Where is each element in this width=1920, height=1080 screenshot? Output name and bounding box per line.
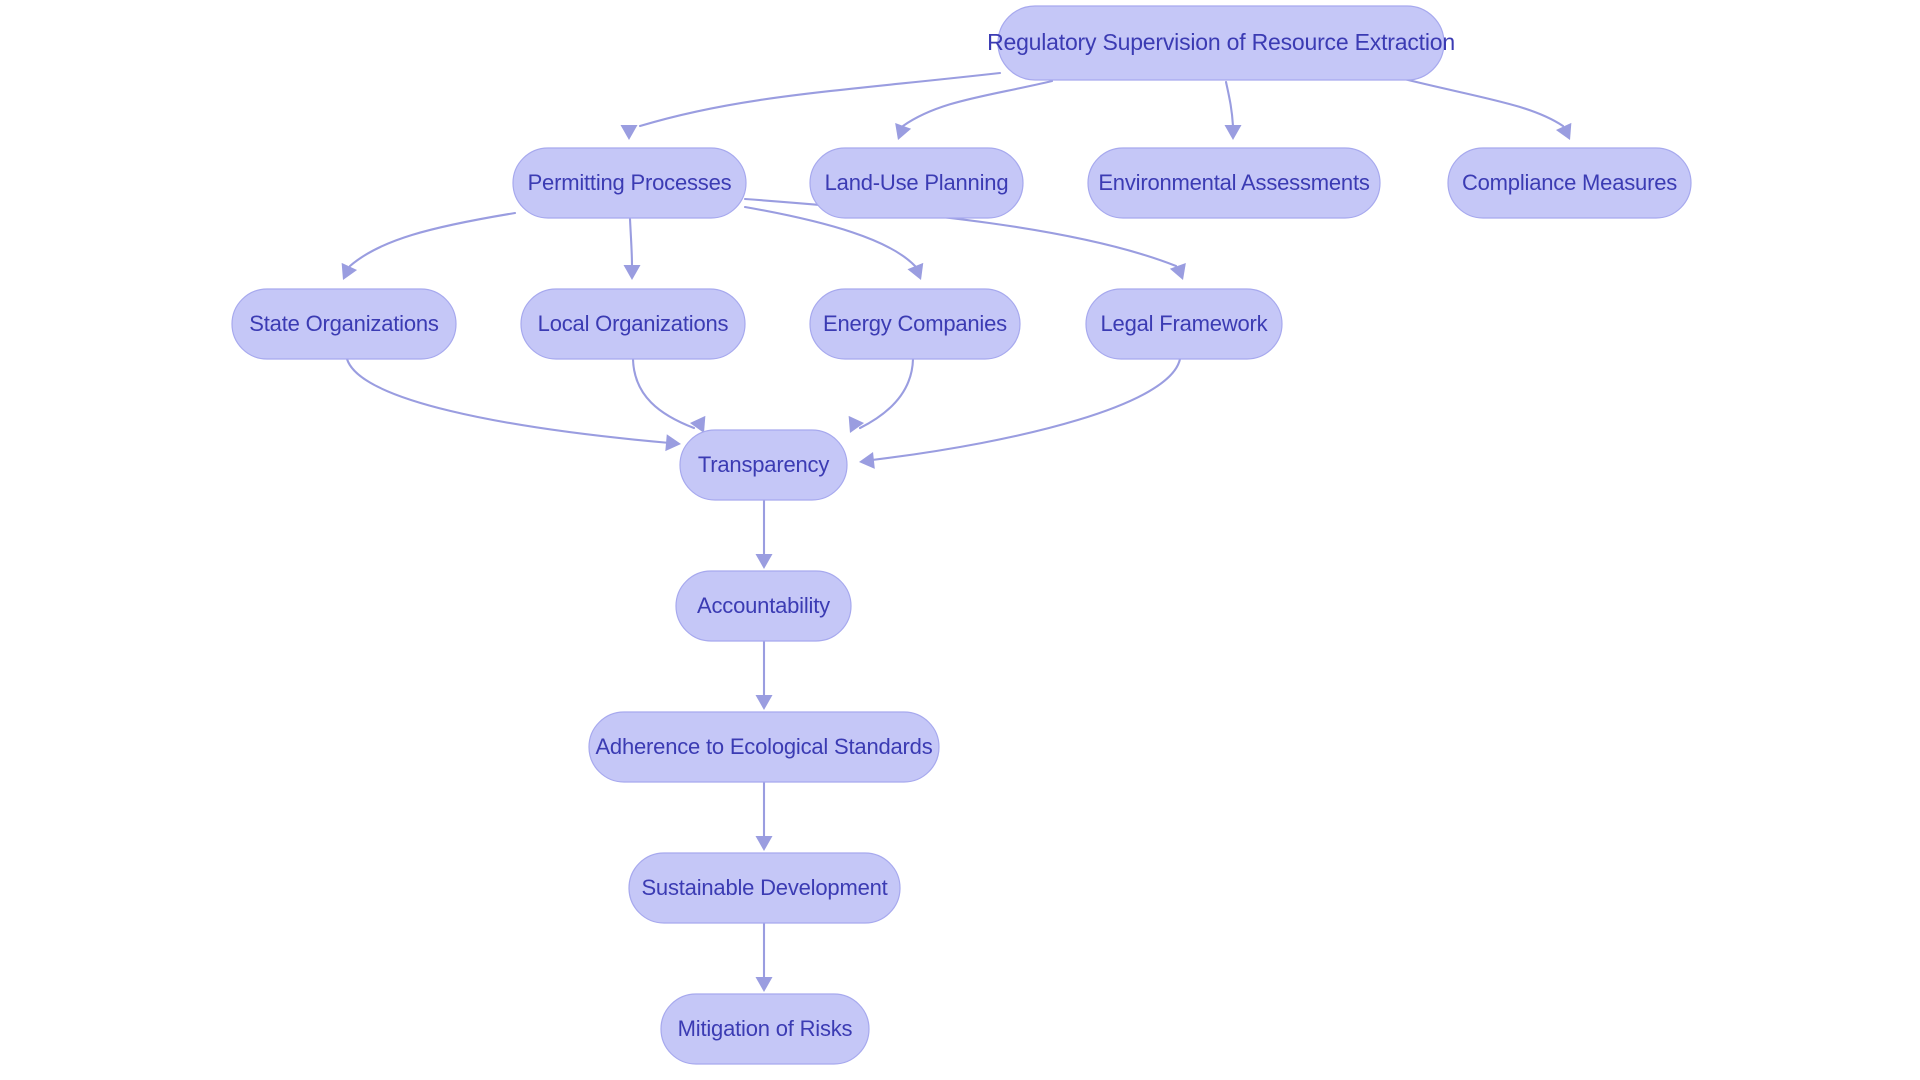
node-label: Environmental Assessments	[1098, 170, 1370, 195]
edge-root-to-landuse	[895, 79, 1054, 140]
node-legal[interactable]: Legal Framework	[1085, 288, 1283, 360]
edge-permitting-to-local_orgs	[623, 217, 641, 280]
arrowhead-icon	[895, 122, 912, 140]
arrowhead-icon	[755, 977, 773, 992]
edge-line	[870, 357, 1182, 462]
edge-line	[901, 79, 1054, 128]
edge-transparency-to-accountability	[755, 498, 773, 569]
node-sustainable[interactable]: Sustainable Development	[628, 852, 901, 924]
node-transparency[interactable]: Transparency	[679, 429, 848, 501]
flowchart-svg: Regulatory Supervision of Resource Extra…	[231, 5, 1692, 1065]
arrowhead-icon	[907, 262, 924, 280]
arrowhead-icon	[1555, 122, 1572, 140]
edge-root-to-compliance	[1398, 76, 1572, 140]
node-compliance[interactable]: Compliance Measures	[1447, 147, 1692, 219]
node-ecological[interactable]: Adherence to Ecological Standards	[588, 711, 940, 783]
arrowhead-icon	[341, 262, 358, 280]
node-label: Transparency	[698, 452, 829, 477]
nodes-layer: Regulatory Supervision of Resource Extra…	[231, 5, 1692, 1065]
node-root[interactable]: Regulatory Supervision of Resource Extra…	[987, 5, 1455, 81]
arrowhead-icon	[755, 836, 773, 851]
edge-line	[858, 357, 915, 430]
edge-ecological-to-sustainable	[755, 780, 773, 851]
node-state_orgs[interactable]: State Organizations	[231, 288, 457, 360]
node-label: Land-Use Planning	[825, 170, 1009, 195]
arrowhead-icon	[1169, 262, 1186, 280]
edge-line	[345, 357, 672, 445]
edge-state_orgs-to-transparency	[345, 357, 681, 452]
edge-line	[1398, 76, 1565, 128]
edge-line	[348, 211, 517, 268]
node-label: Compliance Measures	[1462, 170, 1677, 195]
edge-line	[1224, 80, 1235, 128]
node-label: Energy Companies	[823, 311, 1007, 336]
node-label: Permitting Processes	[528, 170, 732, 195]
node-permitting[interactable]: Permitting Processes	[512, 147, 747, 219]
arrowhead-icon	[848, 415, 865, 433]
edge-line	[638, 71, 1002, 128]
arrowhead-icon	[620, 125, 638, 140]
edge-line	[628, 217, 634, 268]
edge-energy_cos-to-transparency	[848, 357, 915, 433]
edge-permitting-to-state_orgs	[341, 211, 517, 280]
node-label: Legal Framework	[1101, 311, 1269, 336]
node-energy_cos[interactable]: Energy Companies	[809, 288, 1021, 360]
node-mitigation[interactable]: Mitigation of Risks	[660, 993, 870, 1065]
node-landuse[interactable]: Land-Use Planning	[809, 147, 1024, 219]
arrowhead-icon	[1224, 125, 1242, 140]
node-label: Regulatory Supervision of Resource Extra…	[987, 29, 1455, 55]
edge-legal-to-transparency	[859, 357, 1182, 469]
edge-line	[631, 357, 696, 430]
edge-sustainable-to-mitigation	[755, 921, 773, 992]
arrowhead-icon	[623, 265, 641, 280]
arrowhead-icon	[755, 554, 773, 569]
node-label: Local Organizations	[538, 311, 729, 336]
edge-accountability-to-ecological	[755, 639, 773, 710]
node-label: Adherence to Ecological Standards	[595, 734, 932, 759]
arrowhead-icon	[859, 451, 875, 469]
node-label: Mitigation of Risks	[678, 1016, 853, 1041]
node-label: State Organizations	[249, 311, 439, 336]
edge-root-to-envassess	[1224, 80, 1242, 140]
flowchart-canvas: Regulatory Supervision of Resource Extra…	[0, 0, 1920, 1080]
arrowhead-icon	[755, 695, 773, 710]
edge-local_orgs-to-transparency	[631, 357, 706, 433]
node-label: Sustainable Development	[641, 875, 887, 900]
node-local_orgs[interactable]: Local Organizations	[520, 288, 746, 360]
node-accountability[interactable]: Accountability	[675, 570, 852, 642]
node-label: Accountability	[697, 593, 830, 618]
arrowhead-icon	[665, 434, 681, 452]
node-envassess[interactable]: Environmental Assessments	[1087, 147, 1381, 219]
